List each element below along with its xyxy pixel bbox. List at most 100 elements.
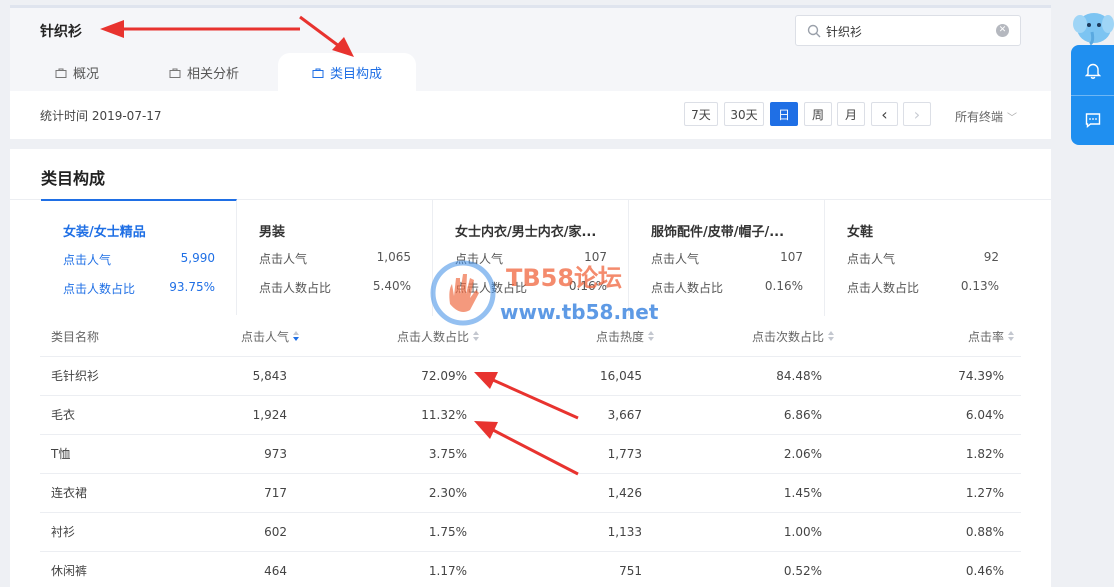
bag-icon [312,67,324,78]
category-clicks-row: 点击人气 5,990 [63,251,215,268]
table-cell: 1,133 [608,513,642,552]
table-cell: 1,773 [608,435,642,474]
table-cell: 毛针织衫 [51,357,99,396]
table-cell: 0.52% [784,552,822,587]
search-box[interactable]: ✕ [795,15,1021,46]
table-body: 毛针织衫5,84372.09%16,04584.48%74.39%毛衣1,924… [40,357,1021,587]
metric-value: 5.40% [373,279,411,293]
sort-icon [1008,331,1014,342]
section-title: 类目构成 [41,165,105,189]
tab-category-composition[interactable]: 类目构成 [278,53,416,91]
chevron-down-icon: ﹀ [1007,113,1017,124]
table-cell: 1.45% [784,474,822,513]
tab-label: 相关分析 [187,63,239,82]
page-title: 针织衫 [40,21,82,41]
table-cell: T恤 [51,435,70,474]
range-month-button[interactable]: 月 [837,102,865,126]
table-cell: 464 [264,552,287,587]
table-cell: 1.00% [784,513,822,552]
terminal-select[interactable]: 所有终端 ﹀ [955,108,1017,125]
table-cell: 16,045 [600,357,642,396]
table-cell: 1.17% [429,552,467,587]
category-card[interactable]: 女鞋 点击人气92 点击人数占比0.13% [825,200,1021,316]
tab-overview[interactable]: 概况 [55,53,99,91]
category-clicks-row: 点击人气107 [455,250,607,267]
category-name: 男装 [259,221,414,240]
category-table: 类目名称 点击人气 点击人数占比 点击热度 点击次数占比 点击率 毛针织衫5,8… [40,318,1021,587]
clear-icon[interactable]: ✕ [996,24,1009,37]
metric-label: 点击人气 [651,252,699,266]
table-row[interactable]: 衬衫6021.75%1,1331.00%0.88% [40,513,1021,552]
table-cell: 84.48% [776,357,822,396]
metric-value: 0.16% [569,279,607,293]
category-name: 女士内衣/男士内衣/家... [455,221,610,240]
tab-related-analysis[interactable]: 相关分析 [169,53,239,91]
table-row[interactable]: 毛针织衫5,84372.09%16,04584.48%74.39% [40,357,1021,396]
metric-value: 5,990 [181,251,215,265]
metric-label: 点击人气 [63,253,111,267]
category-card[interactable]: 女装/女士精品 点击人气5,990 点击人数占比93.75% [41,199,237,315]
table-cell: 602 [264,513,287,552]
column-header-times-ratio[interactable]: 点击次数占比 [752,318,834,357]
category-card[interactable]: 服饰配件/皮带/帽子/... 点击人气107 点击人数占比0.16% [629,200,825,316]
category-card[interactable]: 男装 点击人气1,065 点击人数占比5.40% [237,200,433,316]
table-cell: 6.86% [784,396,822,435]
category-name: 女装/女士精品 [63,221,218,240]
terminal-select-label: 所有终端 [955,110,1003,124]
metric-value: 93.75% [169,280,215,294]
notification-button[interactable] [1071,45,1114,95]
metric-value: 0.16% [765,279,803,293]
table-cell: 5,843 [253,357,287,396]
table-cell: 连衣裙 [51,474,87,513]
toolbar: 统计时间 2019-07-17 7天 30天 日 周 月 ‹ › 所有终端﹀ [10,91,1051,139]
category-card[interactable]: 女士内衣/男士内衣/家... 点击人气107 点击人数占比0.16% [433,200,629,316]
table-cell: 1.82% [966,435,1004,474]
column-header-ctr[interactable]: 点击率 [968,318,1014,357]
range-week-button[interactable]: 周 [804,102,832,126]
metric-label: 点击人气 [847,252,895,266]
table-row[interactable]: 毛衣1,92411.32%3,6676.86%6.04% [40,396,1021,435]
column-header-heat[interactable]: 点击热度 [596,318,654,357]
range-30d-button[interactable]: 30天 [724,102,764,126]
column-header-label: 点击人数占比 [397,330,469,344]
category-ratio-row: 点击人数占比 0.16% [651,279,803,296]
sort-icon [828,331,834,342]
metric-value: 107 [584,250,607,264]
chat-icon [1085,112,1101,128]
sort-icon [473,331,479,342]
column-header-clicks[interactable]: 点击人气 [241,318,299,357]
tab-label: 概况 [73,63,99,82]
category-clicks-row: 点击人气107 [651,250,803,267]
next-button[interactable]: › [903,102,931,126]
float-panel [1071,45,1114,145]
sort-icon [648,331,654,342]
table-row[interactable]: 休闲裤4641.17%7510.52%0.46% [40,552,1021,587]
table-cell: 1.75% [429,513,467,552]
table-row[interactable]: T恤9733.75%1,7732.06%1.82% [40,435,1021,474]
header-card: 针织衫 ✕ 概况 相关分析 类目构成 统计时间 2019- [10,8,1051,139]
table-cell: 72.09% [421,357,467,396]
metric-label: 点击人数占比 [651,281,723,295]
category-name: 女鞋 [847,221,1002,240]
table-cell: 2.30% [429,474,467,513]
column-header-label: 点击率 [968,330,1004,344]
range-day-button[interactable]: 日 [770,102,798,126]
prev-button[interactable]: ‹ [871,102,898,126]
table-cell: 751 [619,552,642,587]
table-cell: 973 [264,435,287,474]
table-cell: 2.06% [784,435,822,474]
search-input[interactable] [826,22,986,40]
category-ratio-row: 点击人数占比5.40% [259,279,411,296]
range-7d-button[interactable]: 7天 [684,102,718,126]
category-clicks-row: 点击人气1,065 [259,250,411,267]
metric-value: 92 [984,250,999,264]
chat-button[interactable] [1071,95,1114,145]
tab-label: 类目构成 [330,63,382,82]
bell-icon [1085,62,1101,79]
table-cell: 3,667 [608,396,642,435]
table-row[interactable]: 连衣裙7172.30%1,4261.45%1.27% [40,474,1021,513]
table-cell: 0.46% [966,552,1004,587]
column-header-click-ratio[interactable]: 点击人数占比 [397,318,479,357]
column-header-label: 点击次数占比 [752,330,824,344]
table-cell: 毛衣 [51,396,75,435]
